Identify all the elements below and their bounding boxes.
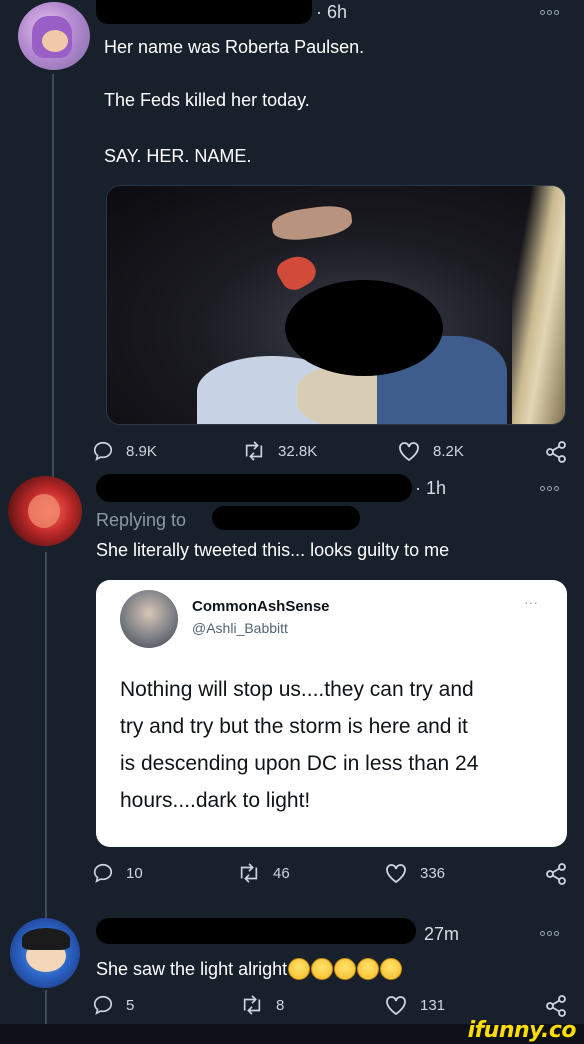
laughing-emoji-group xyxy=(288,958,403,980)
laughing-emoji xyxy=(288,958,311,980)
tweet-actions: 10 46 336 xyxy=(92,862,572,896)
share-icon xyxy=(546,863,566,885)
quoted-more-icon[interactable]: ··· xyxy=(524,594,538,610)
replying-to-label: Replying to xyxy=(96,510,187,530)
like-button[interactable]: 131 xyxy=(384,994,445,1016)
like-count: 336 xyxy=(420,864,446,882)
retweet-count: 32.8K xyxy=(278,442,318,460)
tweet-time: · 1h xyxy=(415,478,447,498)
like-icon xyxy=(386,996,406,1016)
tweet-text-content: She saw the light alright xyxy=(96,958,288,979)
thread-line xyxy=(45,990,47,1024)
redacted-handle[interactable] xyxy=(212,506,360,530)
share-button[interactable] xyxy=(544,862,568,886)
reply-count: 8.9K xyxy=(126,442,157,460)
reply-count: 5 xyxy=(126,996,135,1014)
avatar-face xyxy=(42,30,68,52)
like-icon xyxy=(386,864,406,884)
avatar-hair xyxy=(22,928,70,950)
like-button[interactable]: 336 xyxy=(384,862,445,884)
thread-line xyxy=(45,552,47,920)
tweet-time: 27m xyxy=(424,924,460,944)
retweet-button[interactable]: 8 xyxy=(240,994,284,1016)
laughing-emoji xyxy=(357,958,380,980)
retweet-icon xyxy=(240,863,258,883)
avatar-figure xyxy=(28,494,60,528)
like-button[interactable]: 8.2K xyxy=(397,440,464,462)
ifunny-watermark: ifunny.co xyxy=(467,1018,577,1043)
quoted-handle: @Ashli_Babbitt xyxy=(192,620,288,636)
like-count: 131 xyxy=(420,996,446,1014)
laughing-emoji xyxy=(311,958,334,980)
media-arm xyxy=(270,202,354,244)
reply-icon xyxy=(93,863,113,883)
laughing-emoji xyxy=(380,958,403,980)
tweet-media-image[interactable] xyxy=(106,185,566,425)
tweet-time: · 6h xyxy=(316,2,348,22)
redacted-username xyxy=(96,0,312,24)
retweet-icon xyxy=(245,441,263,461)
redacted-username xyxy=(96,918,416,944)
redacted-username xyxy=(96,474,412,502)
share-icon xyxy=(546,441,566,463)
like-icon xyxy=(399,442,419,462)
quoted-text-line: hours....dark to light! xyxy=(120,789,311,812)
reply-count: 10 xyxy=(126,864,143,882)
share-button[interactable] xyxy=(544,440,568,464)
quoted-avatar[interactable] xyxy=(120,590,178,648)
quoted-tweet-card[interactable]: CommonAshSense @Ashli_Babbitt ··· Nothin… xyxy=(96,580,567,847)
retweet-button[interactable]: 32.8K xyxy=(242,440,317,462)
reply-button[interactable]: 10 xyxy=(92,862,143,884)
reply-button[interactable]: 8.9K xyxy=(92,440,157,462)
tweet-text: She saw the light alright xyxy=(96,958,403,980)
tweet-actions: 8.9K 32.8K 8.2K xyxy=(92,440,572,474)
reply-button[interactable]: 5 xyxy=(92,994,134,1016)
quoted-text-line: is descending upon DC in less than 24 xyxy=(120,752,479,775)
tweet-text-line: The Feds killed her today. xyxy=(104,90,310,110)
like-count: 8.2K xyxy=(433,442,464,460)
share-icon xyxy=(546,995,566,1017)
tweet-text-line: SAY. HER. NAME. xyxy=(104,146,252,166)
laughing-emoji xyxy=(334,958,357,980)
more-icon[interactable] xyxy=(540,486,559,491)
thread-line xyxy=(52,74,54,479)
avatar[interactable] xyxy=(8,476,82,546)
tweet-text-line: Her name was Roberta Paulsen. xyxy=(104,37,365,57)
retweet-count: 46 xyxy=(273,864,290,882)
share-button[interactable] xyxy=(544,994,568,1018)
quoted-text-line: Nothing will stop us....they can try and xyxy=(120,678,474,701)
more-icon[interactable] xyxy=(540,10,559,15)
tweet-text: She literally tweeted this... looks guil… xyxy=(96,540,450,560)
more-icon[interactable] xyxy=(540,931,559,936)
reply-icon xyxy=(93,441,113,461)
quoted-display-name: CommonAshSense xyxy=(192,598,330,615)
media-red-hat xyxy=(273,249,321,295)
reply-icon xyxy=(93,995,113,1015)
media-light-streak xyxy=(512,186,565,424)
retweet-count: 8 xyxy=(276,996,285,1014)
avatar[interactable] xyxy=(18,2,90,70)
media-redaction-blob xyxy=(285,280,443,376)
quoted-text-line: try and try but the storm is here and it xyxy=(120,715,468,738)
avatar[interactable] xyxy=(10,918,80,988)
retweet-button[interactable]: 46 xyxy=(237,862,290,884)
retweet-icon xyxy=(243,995,261,1015)
